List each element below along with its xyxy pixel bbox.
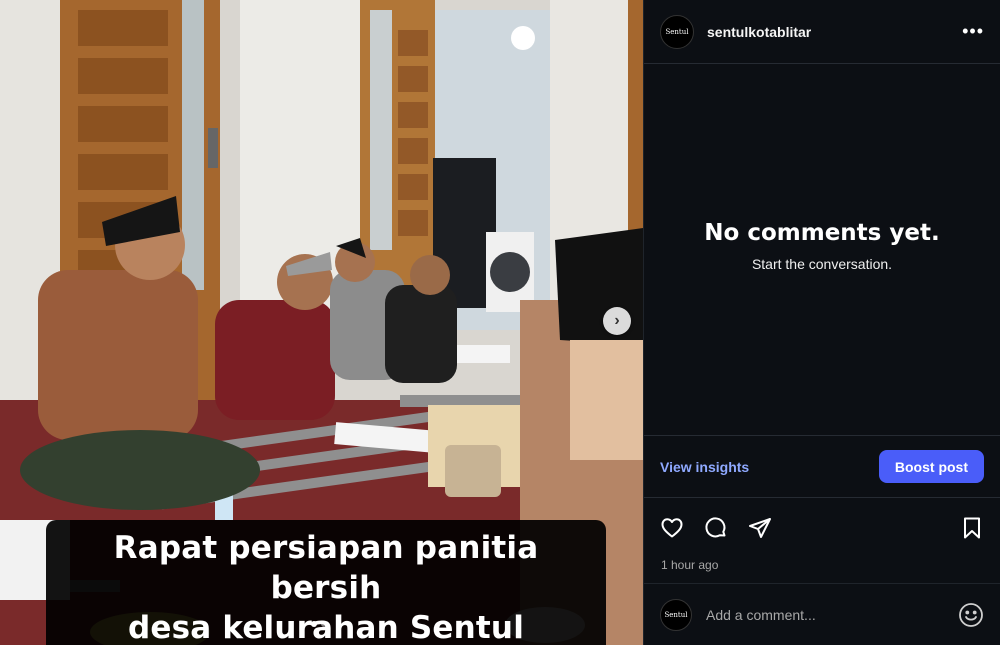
post-media[interactable]: Rapat persiapan panitia bersih desa kelu… <box>0 0 643 645</box>
author-username[interactable]: sentulkotablitar <box>707 24 811 40</box>
author-avatar[interactable]: Sentul <box>660 14 694 49</box>
comments-section: No comments yet. Start the conversation. <box>644 64 1000 435</box>
post-header: Sentul sentulkotablitar ••• <box>644 0 1000 64</box>
post-viewer: Rapat persiapan panitia bersih desa kelu… <box>0 0 1000 645</box>
more-options-icon[interactable]: ••• <box>962 21 984 42</box>
commenter-avatar: Sentul <box>660 598 692 631</box>
carousel-next-button[interactable]: › <box>603 307 631 335</box>
add-comment-input[interactable] <box>706 606 958 623</box>
post-actions <box>644 498 1000 558</box>
empty-comments-subtitle: Start the conversation. <box>751 255 893 272</box>
add-comment-bar: Sentul <box>644 583 1000 645</box>
post-side-panel: Sentul sentulkotablitar ••• No comments … <box>643 0 1000 645</box>
heart-icon[interactable] <box>659 515 685 541</box>
boost-post-button[interactable]: Boost post <box>878 450 984 483</box>
empty-comments-title: No comments yet. <box>704 219 940 246</box>
chevron-right-icon: › <box>614 312 620 329</box>
share-icon[interactable] <box>747 515 773 541</box>
insights-bar: View insights Boost post <box>644 435 1000 498</box>
bookmark-icon[interactable] <box>959 515 985 541</box>
carousel-dot <box>321 621 327 627</box>
emoji-icon[interactable] <box>958 602 984 628</box>
view-insights-link[interactable]: View insights <box>660 459 749 475</box>
comment-icon[interactable] <box>703 515 729 541</box>
carousel-indicator <box>311 621 327 627</box>
carousel-dot <box>311 621 317 627</box>
caption-line-1: Rapat persiapan panitia bersih <box>113 530 539 606</box>
